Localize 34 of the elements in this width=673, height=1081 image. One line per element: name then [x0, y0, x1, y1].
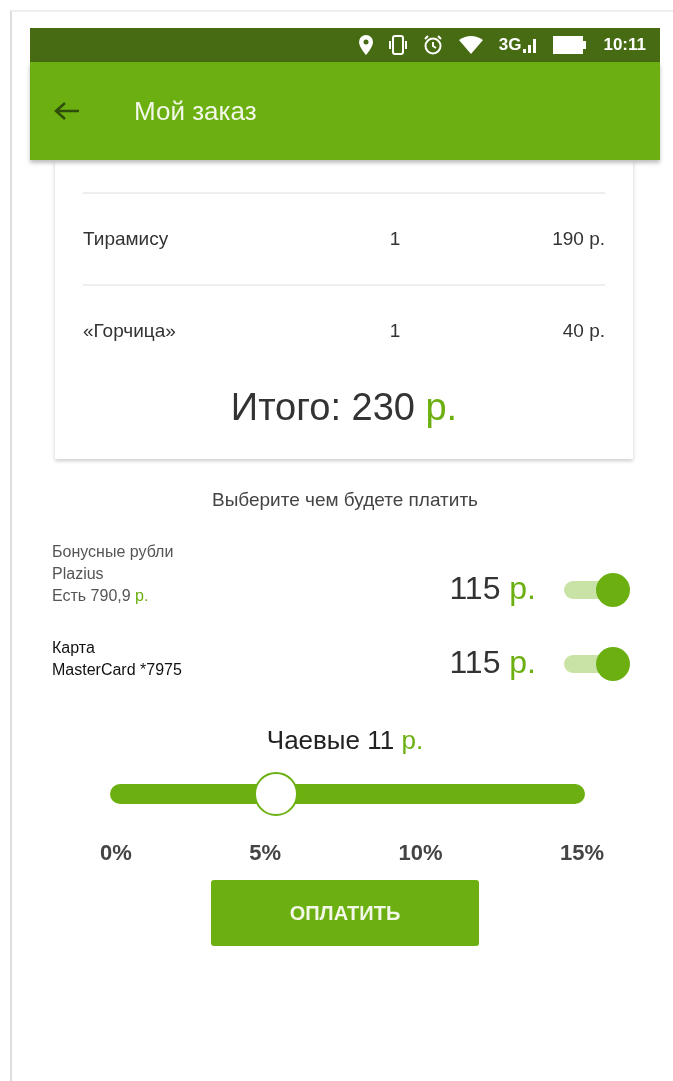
item-quantity: 1	[388, 320, 402, 342]
tips-amount: Чаевые 11 р.	[265, 725, 425, 756]
item-name: «Горчица»	[83, 320, 177, 342]
signal-icon	[523, 37, 538, 53]
item-quantity: 1	[388, 228, 402, 250]
item-price: 40 р.	[561, 320, 605, 342]
payment-method-label: MasterCard *7975	[52, 660, 183, 680]
network-type: 3G	[498, 35, 522, 55]
slider-thumb[interactable]	[254, 772, 299, 816]
payment-amount: 115 р.	[449, 570, 536, 607]
toggle-switch[interactable]	[564, 573, 630, 607]
payment-method-label: Карта	[52, 638, 96, 658]
item-price: 190 р.	[551, 228, 605, 250]
tick-label: 10%	[398, 840, 443, 866]
payment-method-label: Бонусные рубли	[52, 542, 175, 562]
location-icon	[358, 35, 373, 55]
tick-label: 0%	[100, 840, 132, 866]
clock-time: 10:11	[603, 35, 646, 55]
bonus-balance: Есть 790,9 р.	[52, 586, 150, 606]
payment-method-label: Plazius	[52, 564, 105, 584]
screen-title: Мой заказ	[134, 95, 257, 127]
order-total: Итого: 230 р.	[229, 386, 459, 429]
toggle-switch[interactable]	[564, 647, 630, 681]
payment-amount: 115 р.	[449, 644, 536, 681]
pay-button[interactable]: ОПЛАТИТЬ	[211, 880, 479, 946]
back-arrow-icon[interactable]	[54, 101, 80, 121]
battery-icon	[553, 36, 588, 54]
tick-label: 5%	[249, 840, 282, 866]
wifi-icon	[458, 36, 483, 54]
payment-prompt: Выберите чем будете платить	[211, 489, 479, 511]
vibrate-icon	[388, 35, 407, 55]
alarm-icon	[422, 35, 443, 55]
item-name: Тирамису	[83, 228, 170, 250]
tick-label: 15%	[559, 840, 604, 866]
